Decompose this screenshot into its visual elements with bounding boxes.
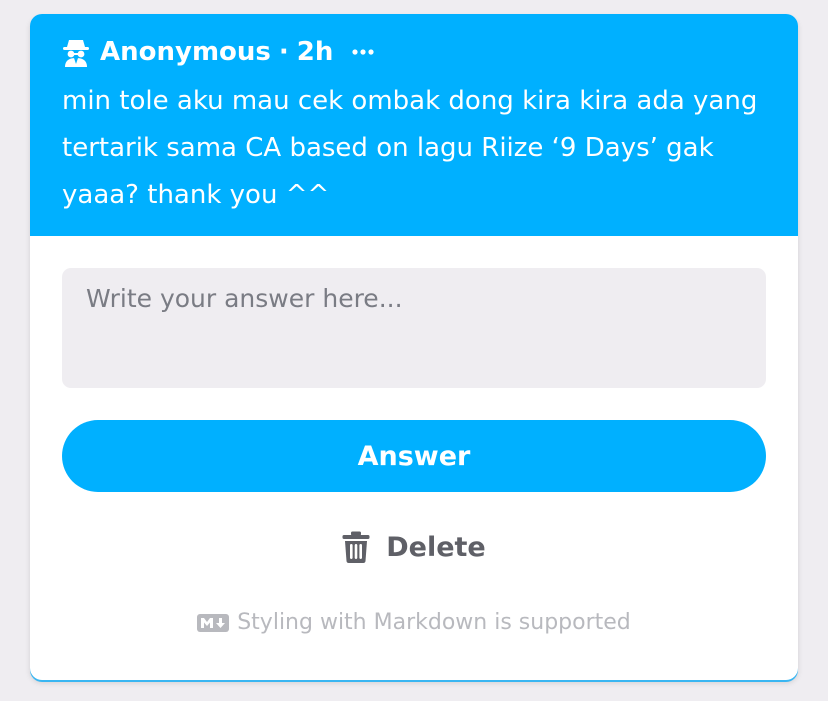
author-name: Anonymous xyxy=(100,37,271,67)
anonymous-spy-icon xyxy=(62,37,90,67)
answer-input[interactable] xyxy=(62,268,766,388)
question-text: min tole aku mau cek ombak dong kira kir… xyxy=(62,86,758,210)
post-time: 2h xyxy=(296,37,334,67)
question-header: Anonymous · 2h min tole aku mau cek omba… xyxy=(30,14,798,236)
answer-button[interactable]: Answer xyxy=(62,420,766,492)
question-meta: Anonymous · 2h xyxy=(62,32,375,72)
delete-label: Delete xyxy=(386,531,486,563)
markdown-icon xyxy=(197,613,230,633)
question-card: Anonymous · 2h min tole aku mau cek omba… xyxy=(30,14,798,680)
more-options-icon[interactable] xyxy=(351,48,375,56)
markdown-note-text: Styling with Markdown is supported xyxy=(237,610,631,635)
meta-separator: · xyxy=(278,37,289,67)
trash-icon xyxy=(342,531,370,563)
markdown-note: Styling with Markdown is supported xyxy=(30,610,798,635)
delete-button[interactable]: Delete xyxy=(330,522,498,572)
